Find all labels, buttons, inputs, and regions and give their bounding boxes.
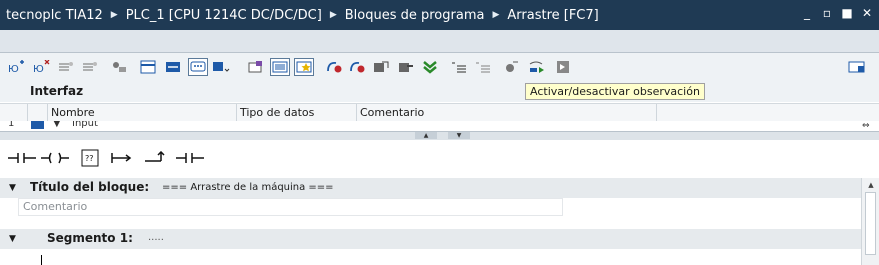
icon-column-header	[28, 104, 48, 121]
close-icon[interactable]: ✕	[861, 6, 873, 20]
expand-down-icon[interactable]: ▼	[448, 132, 470, 139]
column-header-datatype[interactable]: Tipo de datos	[237, 104, 357, 121]
block-title-value[interactable]: === Arrastre de la máquina ===	[162, 182, 334, 193]
breadcrumb-block[interactable]: Arrastre [FC7]	[507, 8, 598, 23]
collapse-segment-icon[interactable]: ▼	[9, 234, 16, 244]
breadcrumb-program-blocks[interactable]: Bloques de programa	[345, 8, 485, 23]
contact-no-icon[interactable]	[8, 148, 36, 168]
monitor-on-off-icon[interactable]	[397, 59, 415, 75]
network-icon[interactable]	[110, 59, 128, 75]
scroll-up-icon[interactable]: ▲	[866, 181, 876, 190]
block-title-header[interactable]: ▼ Título del bloque: === Arrastre de la …	[0, 178, 861, 198]
lad-element-bar: ??	[0, 140, 879, 177]
window-titlebar: tecnoplc TIA12 ▶ PLC_1 [CPU 1214C DC/DC/…	[0, 0, 879, 30]
indent-icon[interactable]	[450, 59, 468, 75]
breadcrumb-project[interactable]: tecnoplc TIA12	[6, 8, 103, 23]
empty-box-icon[interactable]: ??	[76, 148, 104, 168]
panel-toggle-icon[interactable]	[848, 59, 866, 75]
contact-nc-icon[interactable]	[176, 148, 204, 168]
maximize-icon[interactable]: ■	[841, 6, 853, 20]
go-to-error-icon[interactable]	[325, 59, 343, 75]
column-header-comment[interactable]: Comentario	[357, 104, 657, 121]
sort-icon[interactable]	[247, 59, 265, 75]
delete-column-icon[interactable]	[81, 59, 99, 75]
breadcrumb-separator-icon: ▶	[110, 10, 118, 20]
row-number-column-header	[0, 104, 28, 121]
favorites-icon[interactable]	[212, 59, 230, 75]
interface-section-header[interactable]: Interfaz	[0, 82, 879, 102]
scroll-thumb[interactable]	[865, 192, 876, 255]
insert-column-icon[interactable]	[57, 59, 75, 75]
collapse-block-icon[interactable]: ▼	[9, 183, 16, 193]
monitor-icon[interactable]	[528, 59, 546, 75]
absolute-operands-icon[interactable]	[188, 58, 208, 76]
monitor-tooltip: Activar/desactivar observación	[525, 83, 705, 100]
segment-label: Segmento 1:	[47, 231, 133, 245]
collapse-up-icon[interactable]: ▲	[415, 132, 437, 139]
delete-row-icon[interactable]: Ю	[33, 59, 51, 75]
editor-toolbar: Ю Ю	[0, 53, 879, 83]
insert-row-icon[interactable]: Ю	[8, 59, 26, 75]
reset-start-icon[interactable]	[372, 59, 390, 75]
open-branch-icon[interactable]	[110, 148, 138, 168]
column-header-name[interactable]: Nombre	[48, 104, 237, 121]
vertical-scrollbar[interactable]: ▲	[861, 178, 879, 265]
expand-triangle-icon[interactable]: ▼	[53, 121, 61, 129]
zoom-out-icon[interactable]	[294, 58, 314, 76]
comment-toggle-icon[interactable]	[164, 59, 182, 75]
block-interface-icon[interactable]	[139, 59, 157, 75]
outdent-icon[interactable]	[474, 59, 492, 75]
row-name: Input	[72, 121, 98, 129]
menu-strip	[0, 30, 879, 53]
segment-header[interactable]: ▼ Segmento 1: .....	[0, 229, 861, 249]
go-to-next-error-icon[interactable]	[348, 59, 366, 75]
svg-text:Ю: Ю	[33, 64, 44, 74]
breadcrumb-separator-icon: ▶	[329, 10, 337, 20]
goto-icon[interactable]	[503, 59, 521, 75]
breadcrumb-separator-icon: ▶	[492, 10, 500, 20]
svg-text:??: ??	[85, 154, 94, 163]
snapshot-icon[interactable]	[555, 59, 573, 75]
breadcrumb-plc[interactable]: PLC_1 [CPU 1214C DC/DC/DC]	[126, 8, 322, 23]
block-title-label: Título del bloque:	[30, 180, 150, 194]
interface-title: Interfaz	[30, 84, 84, 98]
text-cursor	[41, 255, 42, 265]
interface-table-header: Nombre Tipo de datos Comentario	[0, 103, 879, 122]
close-branch-icon[interactable]	[143, 148, 171, 168]
table-scroll-grip-icon[interactable]: ⇔	[862, 121, 870, 131]
minimize-icon[interactable]: _	[801, 6, 813, 20]
row-number: 1	[8, 121, 15, 129]
segment-title-value[interactable]: .....	[148, 232, 164, 243]
coil-icon[interactable]	[41, 148, 69, 168]
download-icon[interactable]	[421, 59, 439, 75]
restore-icon[interactable]: ▫	[821, 6, 833, 20]
svg-text:Ю: Ю	[8, 64, 19, 74]
zoom-in-icon[interactable]	[270, 58, 290, 76]
block-comment-field[interactable]: Comentario	[18, 198, 563, 216]
window-controls: _ ▫ ■ ✕	[801, 6, 873, 20]
